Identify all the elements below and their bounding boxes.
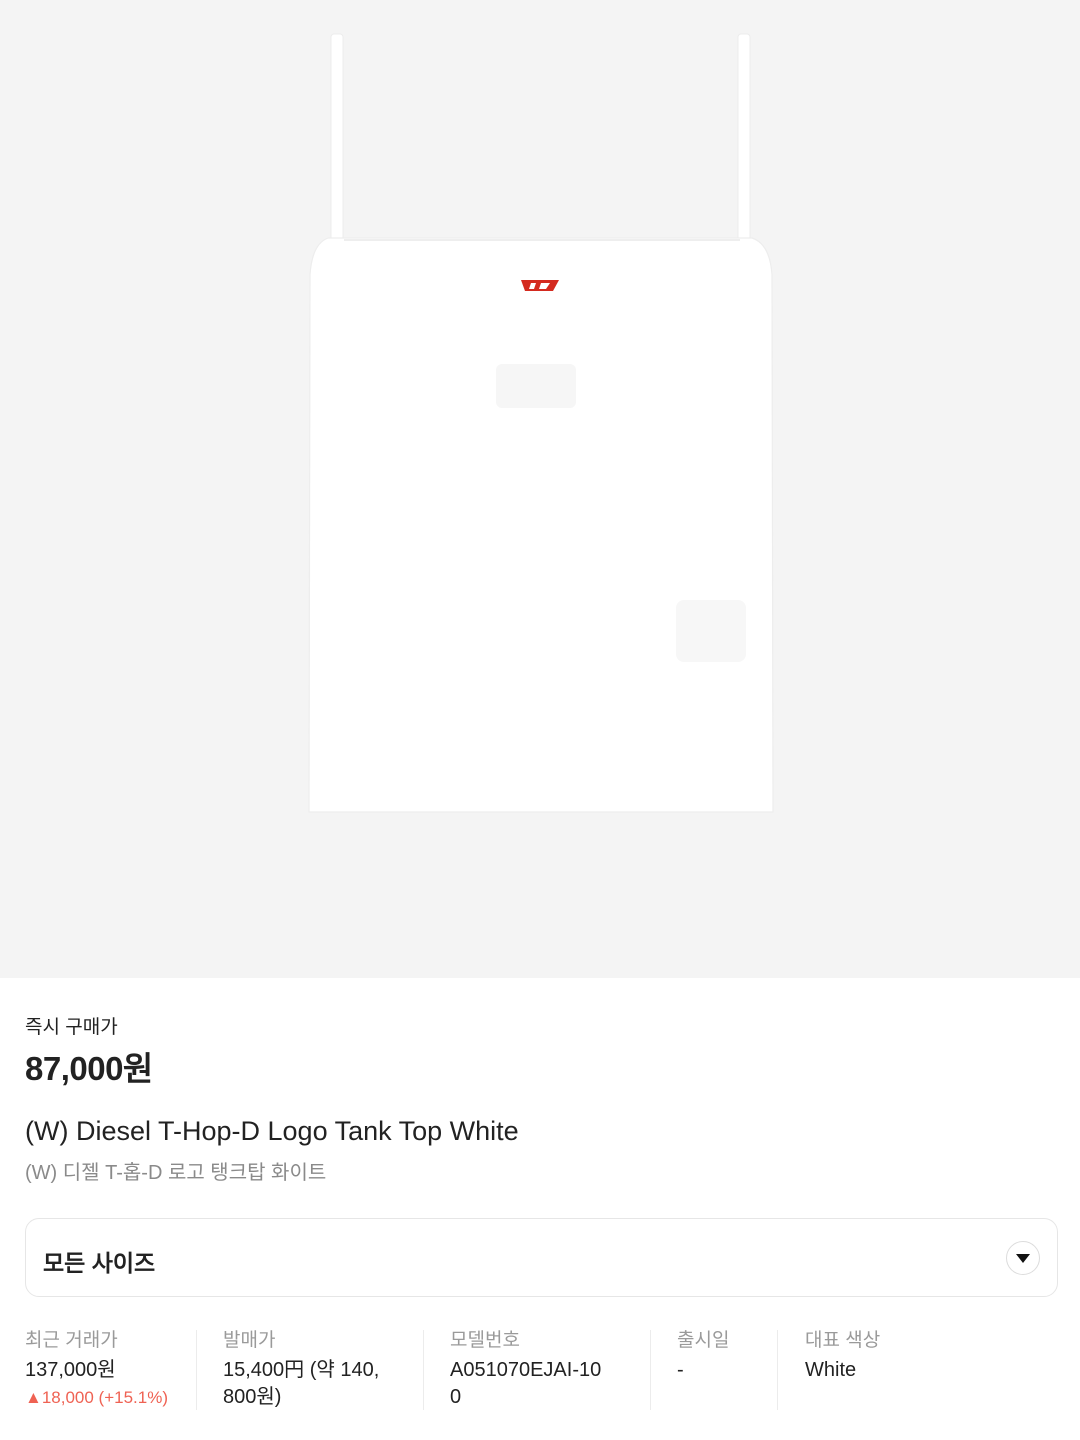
product-title-en: (W) Diesel T-Hop-D Logo Tank Top White (25, 1116, 519, 1146)
buy-now-price: 87,000원 (25, 1050, 153, 1087)
main-color-label: 대표 색상 (805, 1330, 881, 1351)
size-selector-label: 모든 사이즈 (43, 1250, 156, 1276)
model-number-value-line1: A051070EJAI-10 (450, 1359, 602, 1381)
recent-trade-info: 최근 거래가 137,000원 ▲18,000 (+15.1%) (25, 1328, 190, 1412)
diesel-logo-icon (521, 280, 559, 291)
recent-trade-label: 최근 거래가 (25, 1330, 118, 1351)
release-price-value-line1: 15,400円 (약 140, (223, 1359, 380, 1381)
release-price-info: 발매가 15,400円 (약 140, 800원) (223, 1328, 423, 1412)
recent-trade-value: 137,000원 (25, 1359, 116, 1381)
white-tank-top-photo (308, 33, 774, 813)
size-dropdown-button[interactable] (1006, 1241, 1040, 1275)
model-number-label: 모델번호 (450, 1330, 520, 1351)
size-selector[interactable]: 모든 사이즈 (25, 1218, 1058, 1297)
divider (196, 1330, 197, 1410)
buy-now-label: 즉시 구매가 (25, 1017, 118, 1038)
main-color-info: 대표 색상 White (805, 1328, 1005, 1412)
release-date-info: 출시일 - (677, 1328, 777, 1412)
model-number-info: 모델번호 A051070EJAI-10 0 (450, 1328, 650, 1412)
release-price-label: 발매가 (223, 1330, 276, 1351)
chevron-down-icon (1016, 1254, 1030, 1263)
main-color-value: White (805, 1359, 857, 1381)
divider (650, 1330, 651, 1410)
model-number-value-line2: 0 (450, 1386, 462, 1408)
release-price-value-line2: 800원) (223, 1386, 282, 1408)
release-date-value: - (677, 1359, 684, 1381)
recent-trade-change: ▲18,000 (+15.1%) (25, 1388, 168, 1407)
divider (423, 1330, 424, 1410)
divider (777, 1330, 778, 1410)
product-image-area[interactable] (0, 0, 1080, 978)
release-date-label: 출시일 (677, 1330, 730, 1351)
product-title-ko: (W) 디젤 T-홉-D 로고 탱크탑 화이트 (25, 1162, 327, 1184)
